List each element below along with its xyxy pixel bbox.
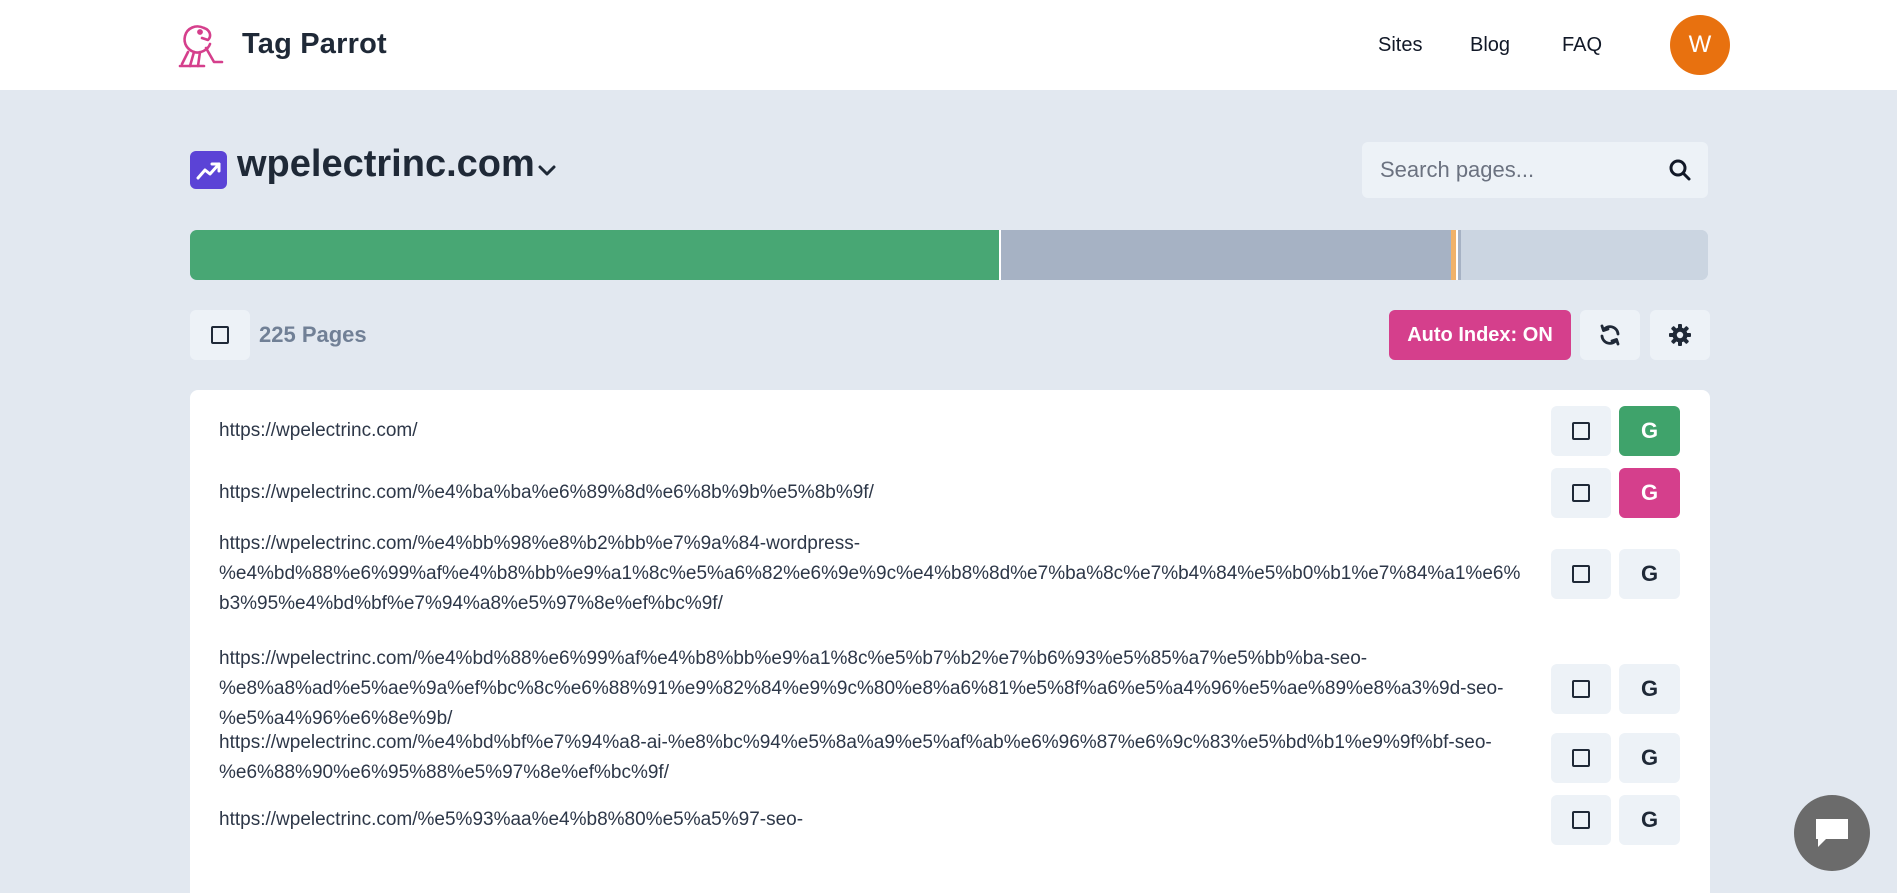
refresh-button[interactable]: [1580, 310, 1640, 360]
chat-icon: [1816, 819, 1848, 847]
status-segment-remaining: [1460, 230, 1708, 280]
checkbox-square-icon: [1572, 484, 1590, 502]
google-index-button[interactable]: G: [1619, 549, 1680, 599]
page-row: https://wpelectrinc.com/%e4%bd%bf%e7%94%…: [190, 725, 1710, 791]
settings-button[interactable]: [1650, 310, 1710, 360]
page-row: https://wpelectrinc.com/G: [190, 406, 1710, 456]
pages-list: https://wpelectrinc.com/Ghttps://wpelect…: [190, 390, 1710, 893]
nav-sites-link[interactable]: Sites: [1378, 34, 1422, 57]
google-index-button[interactable]: G: [1619, 468, 1680, 518]
row-select-checkbox[interactable]: [1551, 795, 1611, 845]
auto-index-toggle-button[interactable]: Auto Index: ON: [1389, 310, 1571, 360]
page-url[interactable]: https://wpelectrinc.com/%e4%bd%88%e6%99%…: [219, 644, 1710, 734]
search-icon[interactable]: [1668, 158, 1692, 182]
page-row: https://wpelectrinc.com/%e5%93%aa%e4%b8%…: [190, 790, 1710, 850]
search-input[interactable]: [1380, 156, 1660, 184]
google-index-button[interactable]: G: [1619, 795, 1680, 845]
google-index-button[interactable]: G: [1619, 733, 1680, 783]
page-url-line: https://wpelectrinc.com/%e5%93%aa%e4%b8%…: [219, 809, 804, 830]
user-avatar[interactable]: W: [1670, 15, 1730, 75]
row-select-checkbox[interactable]: [1551, 549, 1611, 599]
page-url[interactable]: https://wpelectrinc.com/%e5%93%aa%e4%b8%…: [219, 805, 1710, 835]
page-url-line: %e4%bd%88%e6%99%af%e4%b8%bb%e9%a1%8c%e5%…: [219, 563, 1521, 584]
page-url-line: https://wpelectrinc.com/%e4%bd%bf%e7%94%…: [219, 732, 1492, 753]
page-url-line: https://wpelectrinc.com/%e4%bb%98%e8%b2%…: [219, 533, 861, 554]
nav-faq-link[interactable]: FAQ: [1562, 34, 1602, 57]
top-navbar: Tag Parrot Sites Blog FAQ W: [0, 0, 1897, 90]
row-select-checkbox[interactable]: [1551, 406, 1611, 456]
page-url[interactable]: https://wpelectrinc.com/%e4%ba%ba%e6%89%…: [219, 478, 1710, 508]
page-url-line: https://wpelectrinc.com/%e4%ba%ba%e6%89%…: [219, 482, 874, 503]
index-status-bar: [190, 230, 1708, 280]
status-segment-not-indexed: [1000, 230, 1452, 280]
refresh-icon: [1600, 324, 1620, 346]
page-row: https://wpelectrinc.com/%e4%bd%88%e6%99%…: [190, 641, 1710, 737]
brand-name[interactable]: Tag Parrot: [242, 28, 387, 61]
nav-blog-link[interactable]: Blog: [1470, 34, 1510, 57]
checkbox-square-icon: [1572, 422, 1590, 440]
row-select-checkbox[interactable]: [1551, 664, 1611, 714]
checkbox-square-icon: [1572, 749, 1590, 767]
parrot-logo-icon[interactable]: [174, 18, 226, 72]
site-title[interactable]: wpelectrinc.com: [237, 143, 535, 186]
page-row: https://wpelectrinc.com/%e4%bb%98%e8%b2%…: [190, 526, 1710, 622]
page-url-line: https://wpelectrinc.com/%e4%bd%88%e6%99%…: [219, 648, 1368, 669]
checkbox-square-icon: [1572, 565, 1590, 583]
page-url-line: https://wpelectrinc.com/: [219, 420, 418, 441]
chevron-down-icon[interactable]: [535, 158, 559, 182]
google-index-button[interactable]: G: [1619, 406, 1680, 456]
page-url-line: %e8%a8%ad%e5%ae%9a%ef%bc%8c%e6%88%91%e9%…: [219, 678, 1504, 699]
page-url[interactable]: https://wpelectrinc.com/%e4%bb%98%e8%b2%…: [219, 529, 1710, 619]
page-url[interactable]: https://wpelectrinc.com/%e4%bd%bf%e7%94%…: [219, 728, 1710, 788]
trending-up-icon: [190, 151, 227, 189]
row-select-checkbox[interactable]: [1551, 468, 1611, 518]
gear-icon: [1669, 324, 1691, 346]
checkbox-square-icon: [1572, 680, 1590, 698]
search-box: [1362, 142, 1708, 198]
status-segment-indexed: [190, 230, 1000, 280]
page-url-line: %e6%88%90%e6%95%88%e5%97%8e%ef%bc%9f/: [219, 762, 669, 783]
page-count: 225 Pages: [259, 322, 367, 347]
google-index-button[interactable]: G: [1619, 664, 1680, 714]
select-all-checkbox[interactable]: [190, 310, 250, 360]
checkbox-square-icon: [211, 326, 229, 344]
chat-widget-button[interactable]: [1794, 795, 1870, 871]
page-url-line: b3%95%e4%bd%bf%e7%94%a8%e5%97%8e%ef%bc%9…: [219, 593, 723, 614]
page-url[interactable]: https://wpelectrinc.com/: [219, 416, 1710, 446]
page-row: https://wpelectrinc.com/%e4%ba%ba%e6%89%…: [190, 468, 1710, 518]
row-select-checkbox[interactable]: [1551, 733, 1611, 783]
checkbox-square-icon: [1572, 811, 1590, 829]
